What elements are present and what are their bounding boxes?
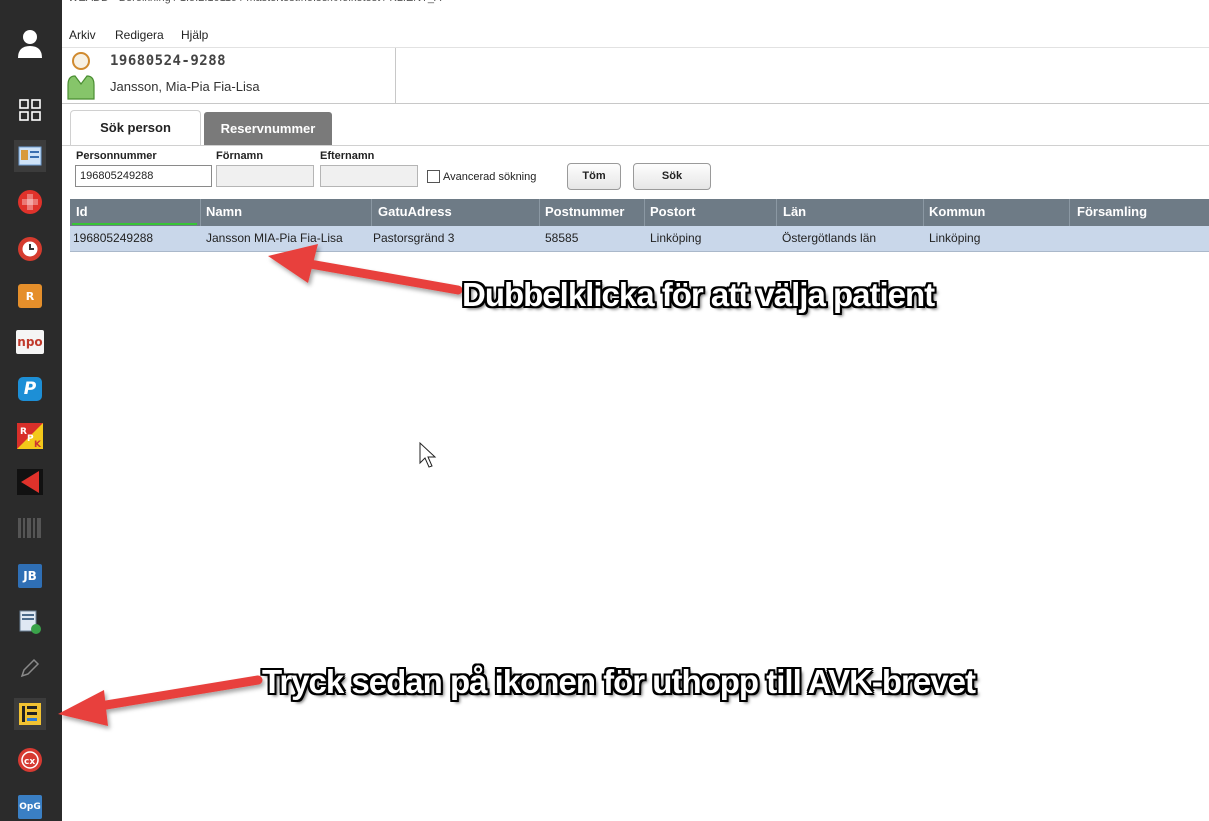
column-postnummer[interactable]: Postnummer	[545, 204, 624, 219]
efternamn-input[interactable]	[320, 165, 418, 187]
column-separator	[644, 199, 645, 226]
barcode-icon[interactable]	[14, 512, 46, 544]
user-icon[interactable]	[14, 28, 46, 60]
column-lan[interactable]: Län	[783, 204, 806, 219]
pen-icon[interactable]	[14, 652, 46, 684]
menu-hjalp[interactable]: Hjälp	[181, 28, 208, 42]
column-gatuadress[interactable]: GatuAdress	[378, 204, 452, 219]
r-icon[interactable]: R	[14, 280, 46, 312]
rpk-icon[interactable]: RPK	[14, 420, 46, 452]
red-cross-icon[interactable]	[14, 186, 46, 218]
clear-button[interactable]: Töm	[567, 163, 621, 190]
sort-indicator	[72, 223, 197, 225]
table-row[interactable]: 196805249288 Jansson MIA-Pia Fia-Lisa Pa…	[70, 226, 1209, 252]
column-separator	[923, 199, 924, 226]
svg-text:R: R	[20, 427, 27, 437]
cell-postnummer: 58585	[545, 231, 579, 245]
cell-postort: Linköping	[650, 231, 702, 245]
opg-icon[interactable]: OpG	[14, 791, 46, 821]
personnummer-input[interactable]	[75, 165, 212, 187]
fornamn-input[interactable]	[216, 165, 314, 187]
p-icon[interactable]: P	[14, 373, 46, 405]
avk-letter-icon[interactable]	[14, 698, 46, 730]
cell-namn: Jansson MIA-Pia Fia-Lisa	[206, 231, 343, 245]
tab-reservnummer-label: Reservnummer	[220, 121, 316, 136]
patient-personnummer: 19680524-9288	[110, 53, 227, 69]
tab-reservnummer[interactable]: Reservnummer	[204, 112, 332, 146]
tab-divider	[62, 145, 1209, 146]
cell-id: 196805249288	[73, 231, 154, 245]
column-kommun[interactable]: Kommun	[929, 204, 985, 219]
fornamn-label: Förnamn	[216, 150, 264, 162]
patient-card-icon[interactable]	[14, 140, 46, 172]
column-separator	[1069, 199, 1070, 226]
svg-text:K: K	[34, 440, 42, 449]
document-icon[interactable]	[14, 606, 46, 638]
column-separator	[200, 199, 201, 226]
clock-icon[interactable]	[14, 233, 46, 265]
column-separator	[371, 199, 372, 226]
apps-grid-icon[interactable]	[14, 94, 46, 126]
advanced-search-checkbox[interactable]: Avancerad sökning	[427, 170, 536, 183]
svg-text:P: P	[27, 434, 34, 444]
search-button[interactable]: Sök	[633, 163, 711, 190]
npo-icon[interactable]: npo	[14, 326, 46, 358]
header-divider	[395, 48, 396, 104]
jb-icon[interactable]: JB	[14, 560, 46, 592]
menu-arkiv[interactable]: Arkiv	[69, 28, 96, 42]
column-id[interactable]: Id	[76, 204, 88, 219]
callout-press-icon: Tryck sedan på ikonen för uthopp till AV…	[262, 663, 976, 700]
launcher-sidebar: R npo P RPK JB cx OpG	[0, 0, 62, 821]
advanced-search-label: Avancerad sökning	[443, 170, 537, 183]
menu-bar: Arkiv Redigera Hjälp	[62, 27, 1209, 45]
callout-double-click: Dubbelklicka för att välja patient	[462, 276, 935, 313]
window-title: WEADD - Beroikning / 1.5.2.10119 / maste…	[68, 0, 441, 10]
k-icon[interactable]	[14, 466, 46, 498]
cell-lan: Östergötlands län	[782, 231, 877, 245]
patient-name: Jansson, Mia-Pia Fia-Lisa	[110, 79, 260, 94]
svg-text:cx: cx	[24, 757, 35, 767]
column-separator	[539, 199, 540, 226]
cell-gatuadress: Pastorsgränd 3	[373, 231, 455, 245]
efternamn-label: Efternamn	[320, 150, 375, 162]
cell-kommun: Linköping	[929, 231, 981, 245]
column-forsamling[interactable]: Församling	[1077, 204, 1147, 219]
advanced-search-box[interactable]	[427, 170, 440, 183]
column-separator	[776, 199, 777, 226]
column-postort[interactable]: Postort	[650, 204, 696, 219]
patient-header: 19680524-9288 Jansson, Mia-Pia Fia-Lisa	[62, 47, 1209, 104]
table-header: Id Namn GatuAdress Postnummer Postort Lä…	[70, 199, 1209, 226]
tab-sok-person-label: Sök person	[100, 120, 171, 135]
cx-icon[interactable]: cx	[14, 744, 46, 776]
column-namn[interactable]: Namn	[206, 204, 242, 219]
personnummer-label: Personnummer	[76, 150, 157, 162]
menu-redigera[interactable]: Redigera	[115, 28, 164, 42]
tab-sok-person[interactable]: Sök person	[70, 110, 201, 146]
patient-avatar-icon	[67, 52, 95, 100]
